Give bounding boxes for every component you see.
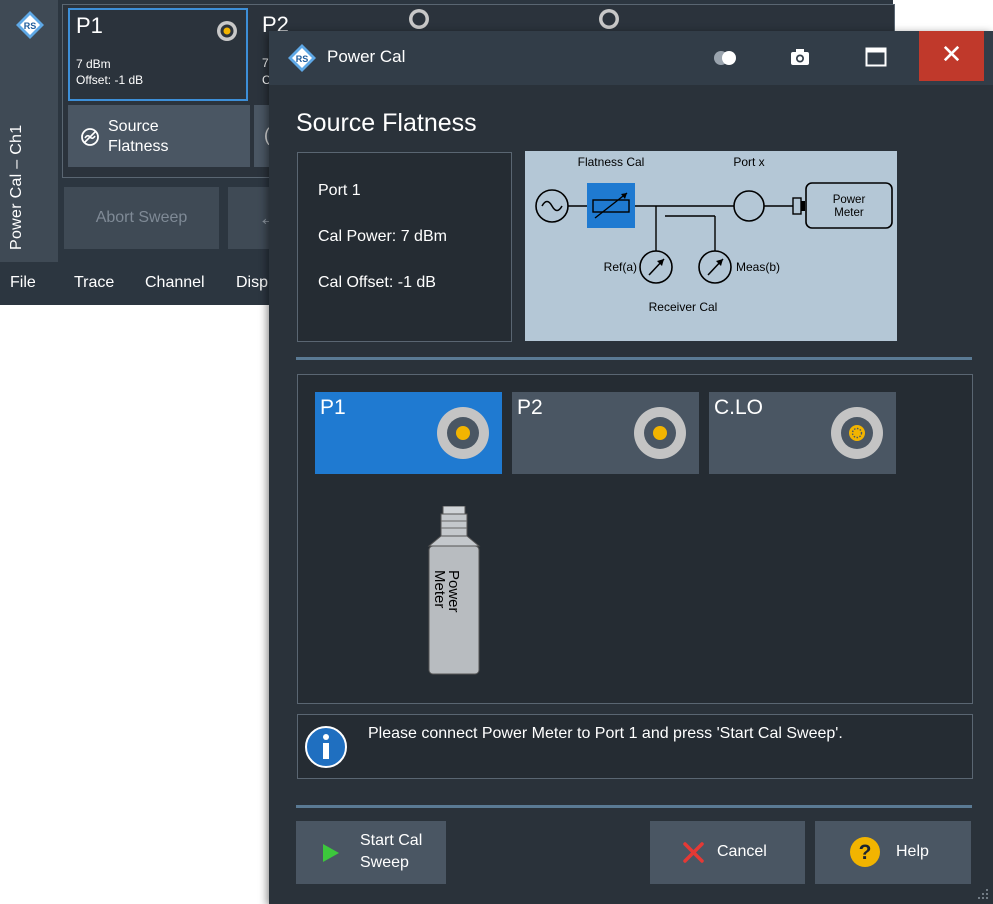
port-label: C.LO xyxy=(714,396,764,419)
connector-icon xyxy=(217,21,237,41)
info-port: Port 1 xyxy=(318,182,361,199)
info-cal-power: Cal Power: 7 dBm xyxy=(318,228,447,245)
toggle-icon[interactable] xyxy=(713,50,739,66)
abort-sweep-label: Abort Sweep xyxy=(95,209,188,226)
rs-logo-icon: RS xyxy=(288,44,316,72)
menu-display[interactable]: Disp xyxy=(236,274,268,292)
schematic-flatness-cal-label: Flatness Cal xyxy=(578,155,645,169)
help-icon: ? xyxy=(850,837,880,867)
close-button[interactable]: ✕ xyxy=(919,31,984,81)
port2-power: 7 xyxy=(262,56,269,70)
help-button[interactable]: ? Help xyxy=(815,821,971,884)
port1-offset: Offset: -1 dB xyxy=(76,73,144,87)
power-cal-dialog: RS Power Cal ✕ Source Flatness Port 1 Ca… xyxy=(269,31,993,904)
play-icon xyxy=(323,844,339,862)
instruction-message: Please connect Power Meter to Port 1 and… xyxy=(368,725,843,742)
port-label: P1 xyxy=(320,396,346,419)
port1-title: P1 xyxy=(76,13,103,38)
cancel-label: Cancel xyxy=(717,843,767,860)
port-button-clo[interactable]: C.LO xyxy=(709,392,896,474)
connector-icon xyxy=(437,407,489,459)
menu-file[interactable]: File xyxy=(10,274,36,292)
start-cal-sweep-button[interactable]: Start Cal Sweep xyxy=(296,821,446,884)
start-cal-sweep-label-line2: Sweep xyxy=(360,854,409,871)
schematic-power-meter-line2: Meter xyxy=(834,207,864,219)
port-button-p2[interactable]: P2 xyxy=(512,392,699,474)
source-flatness-icon xyxy=(81,128,99,146)
close-icon: ✕ xyxy=(940,39,963,69)
schematic-ref-label: Ref(a) xyxy=(604,260,637,274)
source-flatness-button[interactable]: Source Flatness xyxy=(68,105,250,167)
port-button-p1[interactable]: P1 xyxy=(315,392,502,474)
rs-logo-icon: RS xyxy=(16,11,44,39)
schematic-meas-label: Meas(b) xyxy=(736,260,780,274)
instruction-message-box: Please connect Power Meter to Port 1 and… xyxy=(297,714,973,779)
separator-top xyxy=(296,357,972,360)
channel-side-label: Power Cal – Ch1 xyxy=(8,124,25,250)
schematic-receiver-cal-label: Receiver Cal xyxy=(649,300,718,314)
info-cal-offset: Cal Offset: -1 dB xyxy=(318,274,436,291)
maximize-icon[interactable] xyxy=(865,47,887,67)
dialog-title: Power Cal xyxy=(327,47,406,66)
menu-channel[interactable]: Channel xyxy=(145,274,205,292)
schematic-power-meter-line1: Power xyxy=(833,194,866,206)
help-label: Help xyxy=(896,843,929,860)
background-port1-card[interactable]: P1 7 dBm Offset: -1 dB xyxy=(68,8,248,101)
background-sidebar: RS Power Cal – Ch1 xyxy=(0,0,58,262)
cal-info-box: Port 1 Cal Power: 7 dBm Cal Offset: -1 d… xyxy=(297,152,512,342)
power-meter-label-line2: Meter xyxy=(431,570,448,608)
info-icon xyxy=(305,726,347,768)
power-meter-icon: Power Meter xyxy=(427,506,481,675)
cancel-button[interactable]: Cancel xyxy=(650,821,805,884)
dialog-titlebar[interactable]: RS Power Cal ✕ xyxy=(269,31,993,85)
connector-icon xyxy=(409,9,429,29)
source-flatness-label: Source Flatness xyxy=(108,118,169,155)
svg-text:RS: RS xyxy=(24,21,37,31)
flatness-cal-schematic: Flatness Cal Port x Power Meter Ref(a) M… xyxy=(525,151,897,341)
start-cal-sweep-label-line1: Start Cal xyxy=(360,832,423,849)
resize-grip-icon[interactable] xyxy=(977,888,989,900)
menu-trace[interactable]: Trace xyxy=(74,274,114,292)
camera-icon[interactable] xyxy=(790,48,810,66)
port-label: P2 xyxy=(517,396,543,419)
cancel-x-icon xyxy=(683,842,704,863)
svg-text:RS: RS xyxy=(296,54,309,64)
separator-bottom xyxy=(296,805,972,808)
svg-text:?: ? xyxy=(859,841,872,864)
connector-icon xyxy=(599,9,619,29)
schematic-port-x-label: Port x xyxy=(733,155,764,169)
connector-icon xyxy=(634,407,686,459)
dialog-heading: Source Flatness xyxy=(296,109,477,137)
connector-icon xyxy=(831,407,883,459)
abort-sweep-button[interactable]: Abort Sweep xyxy=(64,187,219,249)
port1-power: 7 dBm xyxy=(76,57,111,71)
